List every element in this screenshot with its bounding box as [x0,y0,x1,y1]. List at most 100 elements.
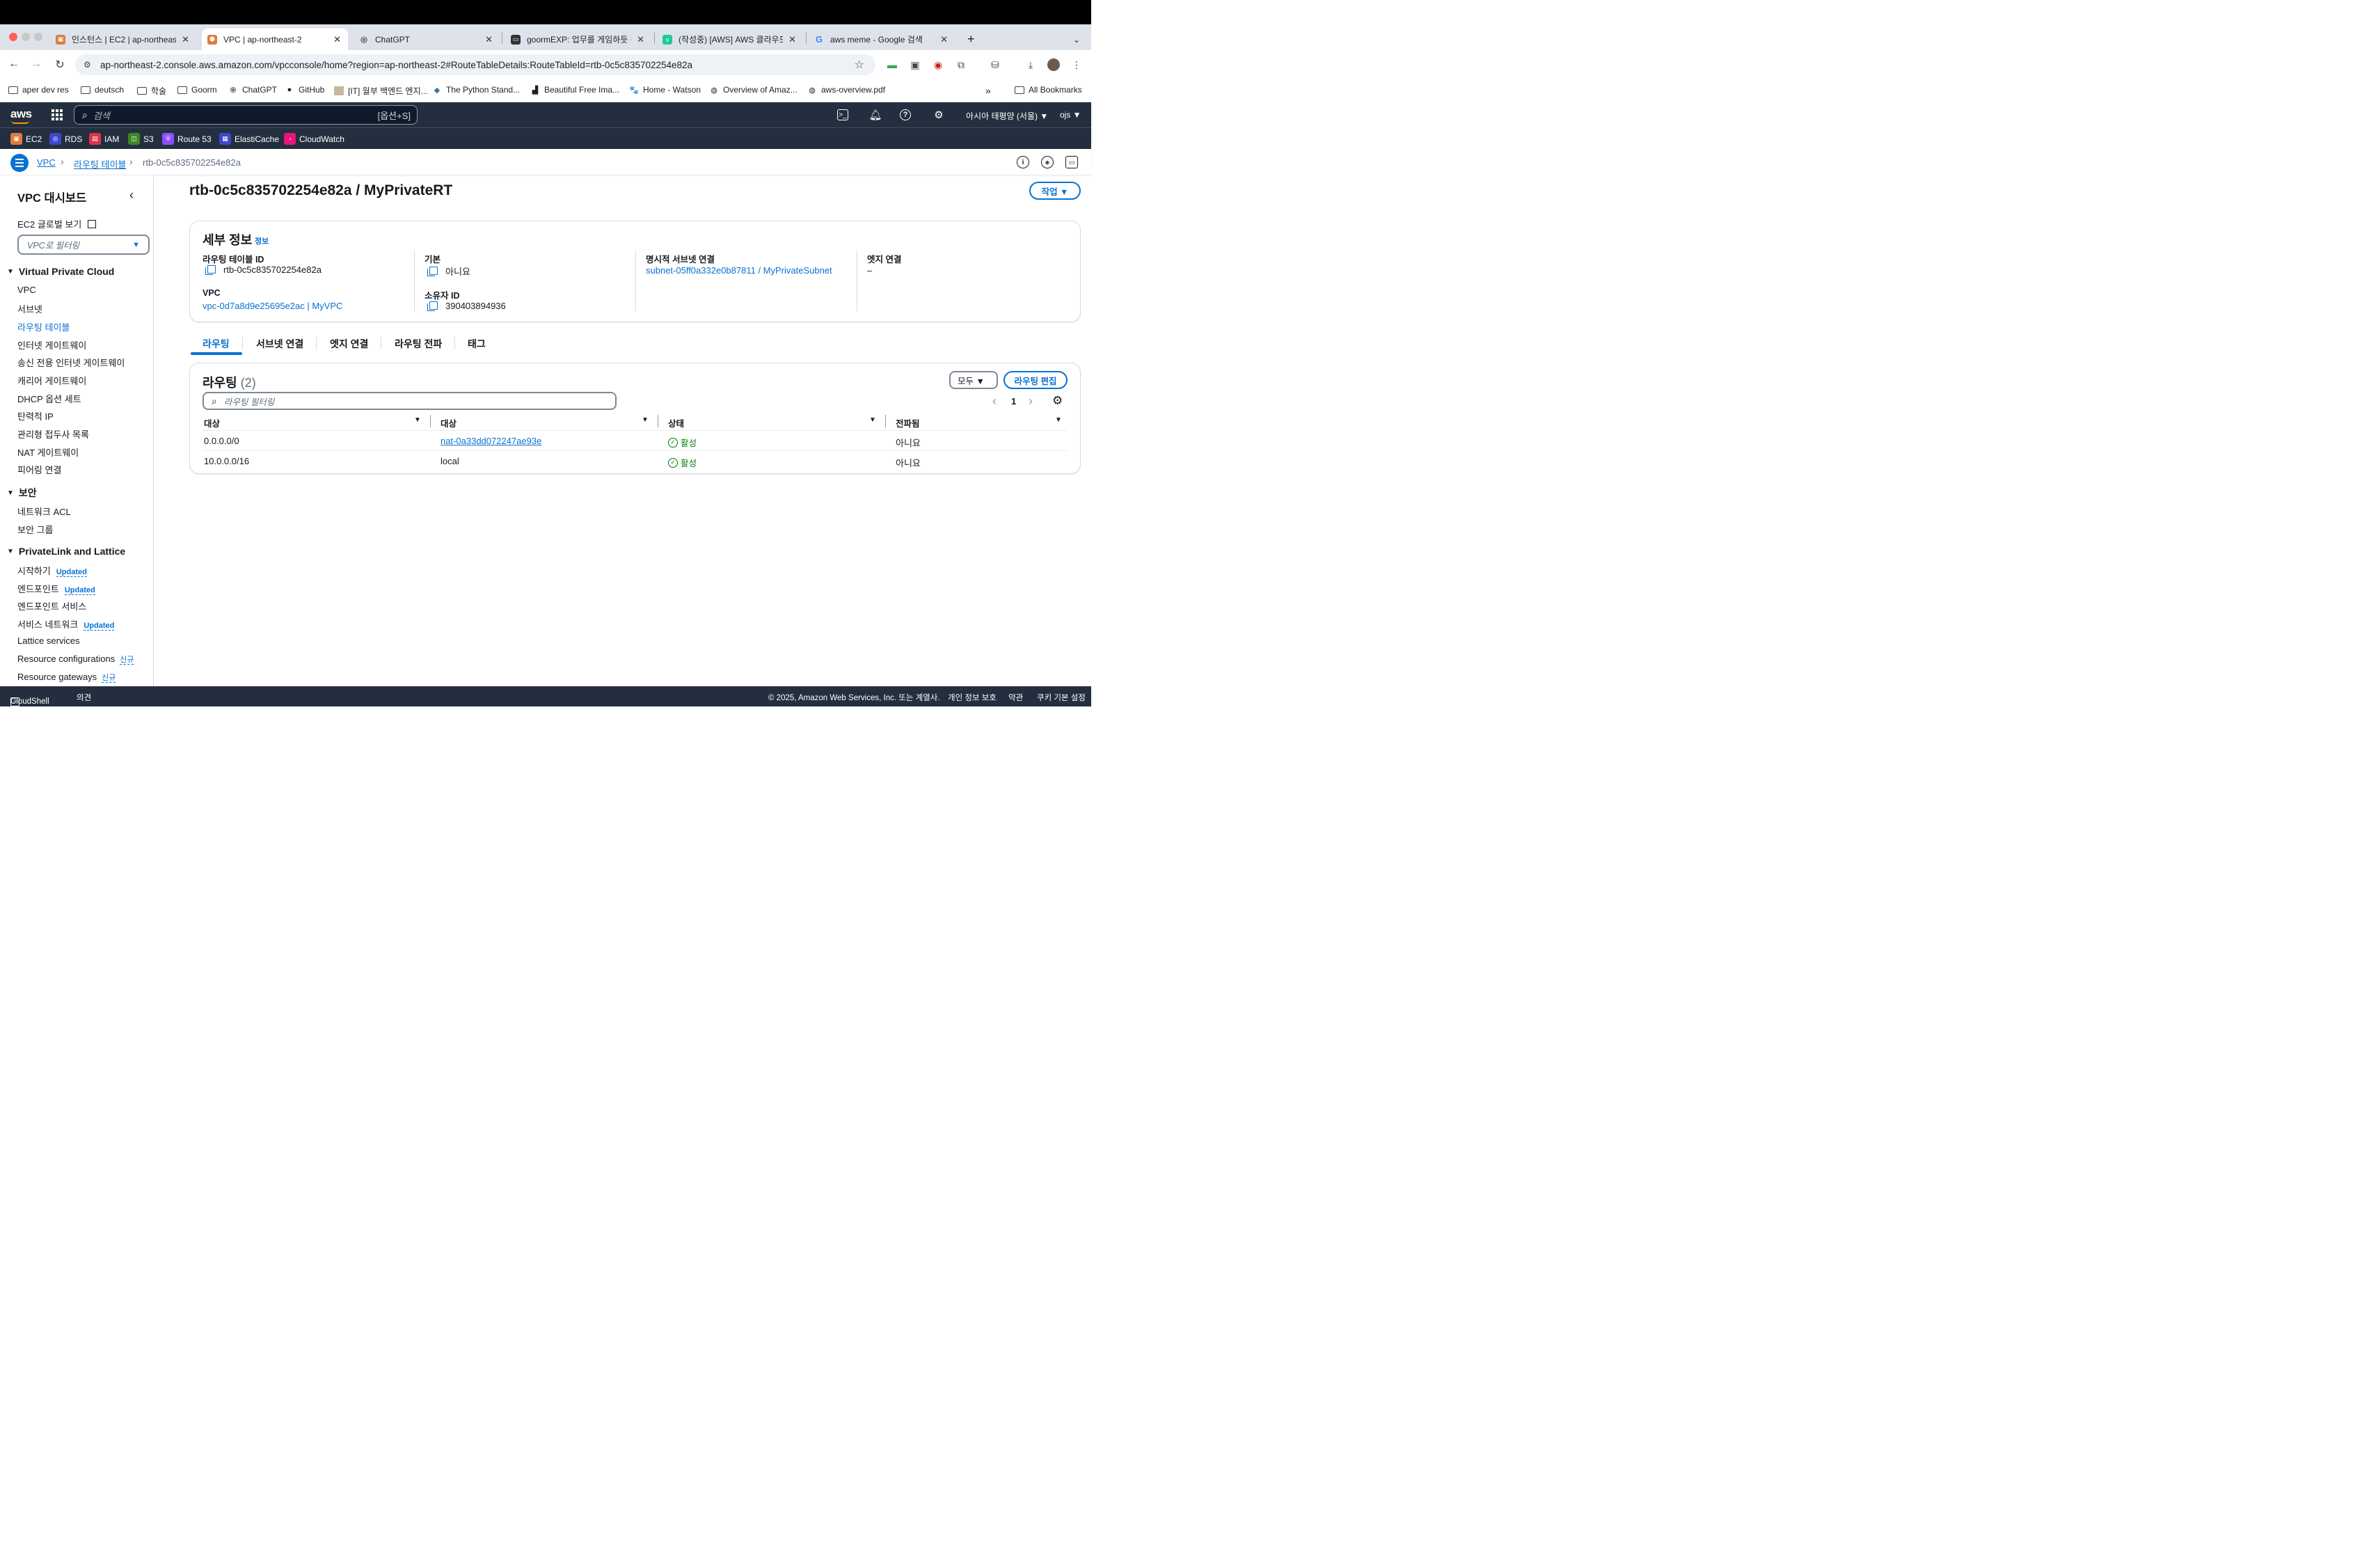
browser-tab-chatgpt[interactable]: ֎ ChatGPT ✕ [354,29,500,50]
bookmark-item[interactable]: ◍ Overview of Amaz... [709,85,798,95]
favorite-service-rds[interactable]: ◎ RDS [49,133,82,145]
more-bookmarks-button[interactable]: » [985,85,991,96]
help-icon[interactable]: ? [900,109,911,120]
column-header-target[interactable]: 대상 [441,416,457,429]
page-number[interactable]: 1 [1011,396,1016,406]
bookmark-item[interactable]: Goorm [177,85,217,95]
browser-tab-goorm[interactable]: ▭ goormEXP: 업무를 게임하듯 관리 ✕ [505,29,651,50]
route-target-link[interactable]: nat-0a33dd072247ae93e [441,436,541,446]
new-tab-button[interactable]: + [962,29,982,50]
browser-tab-velog[interactable]: v (작성중) [AWS] AWS 클라우드 네 ✕ [657,29,803,50]
address-bar[interactable]: ⚙ ap-northeast-2.console.aws.amazon.com/… [75,54,875,75]
actions-button[interactable]: 작업 ▼ [1029,182,1081,200]
breadcrumb-vpc[interactable]: VPC [37,157,56,168]
sidebar-item-peering[interactable]: 피어링 연결 [17,463,61,476]
collapse-sidebar-icon[interactable]: ‹ [129,188,134,203]
sidebar-item-dhcp-option-sets[interactable]: DHCP 옵션 세트 [17,392,81,405]
bookmark-item[interactable]: 학술 [137,85,166,97]
vpc-filter-select[interactable]: VPC로 필터링 ▼ [17,235,150,255]
tab-edge-associations[interactable]: 엣지 연결 [330,337,368,351]
download-icon[interactable]: ⤓ [1024,58,1037,71]
route-filter-input[interactable]: ⌕ 라우팅 필터링 [203,392,617,410]
bookmark-item[interactable]: [IT] 월부 백엔드 엔지... [334,85,428,97]
sort-caret-icon[interactable]: ▼ [869,416,876,424]
help-panel-icon[interactable]: ◈ [1041,156,1054,168]
ec2-global-view-link[interactable]: EC2 글로벌 보기 [17,217,96,230]
tab-tags[interactable]: 태그 [468,337,486,351]
browser-tab-google[interactable]: G aws meme - Google 검색 ✕ [809,29,955,50]
sidebar-item-endpoints[interactable]: 엔드포인트 Updated [17,582,95,595]
bookmark-item[interactable]: ▟ Beautiful Free Ima... [530,85,619,95]
sidebar-item-resource-gateways[interactable]: Resource gateways 신규 [17,672,116,683]
sidebar-item-resource-configurations[interactable]: Resource configurations 신규 [17,654,134,665]
bookmark-item[interactable]: 🐾 Home - Watson [629,85,701,95]
profile-avatar[interactable] [1047,58,1060,71]
sidebar-item-nat-gateways[interactable]: NAT 게이트웨이 [17,445,79,459]
copy-icon[interactable] [427,301,438,311]
site-settings-icon[interactable]: ⚙ [84,60,91,70]
bookmark-item[interactable]: ● GitHub [285,85,325,95]
favorite-service-iam[interactable]: ▤ IAM [89,133,119,145]
favorite-service-elasticache[interactable]: ▦ ElastiCache [219,133,279,145]
column-resizer[interactable] [885,415,886,427]
previous-page-icon[interactable]: ‹ [992,394,997,409]
bookmark-item[interactable]: ◍ aws-overview.pdf [807,85,885,95]
route-filter-select[interactable]: 모두 ▼ [949,371,998,389]
forward-arrow-icon[interactable]: → [29,58,44,70]
extension-2-icon[interactable]: ▣ [909,58,921,71]
breadcrumb-route-tables[interactable]: 라우팅 테이블 [74,157,126,171]
tab-search-icon[interactable]: ⌄ [1068,29,1087,50]
close-tab-icon[interactable]: ✕ [637,34,644,45]
edit-routes-button[interactable]: 라우팅 편집 [1003,371,1068,389]
browser-tab-ec2[interactable]: ▣ 인스턴스 | EC2 | ap-northeast-2 ✕ [50,29,196,50]
sidebar-item-route-tables[interactable]: 라우팅 테이블 [17,320,70,333]
extension-3-icon[interactable]: ◉ [932,58,944,71]
sort-caret-icon[interactable]: ▼ [414,416,421,424]
back-arrow-icon[interactable]: ← [6,58,22,70]
sidebar-item-service-networks[interactable]: 서비스 네트워크 Updated [17,617,115,631]
favorite-service-cloudwatch[interactable]: ◔ CloudWatch [284,133,344,145]
column-header-propagated[interactable]: 전파됨 [896,416,920,429]
favorite-service-s3[interactable]: ◫ S3 [128,133,154,145]
services-menu-icon[interactable] [51,109,63,120]
cloudshell-icon[interactable]: >_ [837,109,848,120]
favorite-service-route53[interactable]: ⛨ Route 53 [162,133,212,145]
aws-logo[interactable]: aws [10,107,32,121]
sidebar-item-subnets[interactable]: 서브넷 [17,302,42,315]
sort-caret-icon[interactable]: ▼ [1055,416,1062,424]
column-resizer[interactable] [430,415,431,427]
next-page-icon[interactable]: › [1029,394,1033,409]
bookmark-item[interactable]: ֎ ChatGPT [228,85,278,95]
close-window-button[interactable] [9,33,17,41]
copy-icon[interactable] [205,264,216,275]
region-selector[interactable]: 아시아 태평양 (서울) ▼ [966,110,1048,122]
reload-icon[interactable]: ↻ [52,58,68,72]
notifications-bell-icon[interactable]: 🔔︎ [868,108,882,122]
bookmark-item[interactable]: ◆ The Python Stand... [432,85,520,95]
tab-route-propagation[interactable]: 라우팅 전파 [395,337,442,351]
extensions-puzzle-icon[interactable]: ⧉ [955,58,967,71]
column-header-destination[interactable]: 대상 [204,416,220,429]
cookie-preferences-link[interactable]: 쿠키 기본 설정 [1037,692,1086,703]
incognito-icon[interactable]: ⛁ [989,58,1001,71]
sidebar-item-prefix-lists[interactable]: 관리형 접두사 목록 [17,427,89,441]
sidebar-item-endpoint-services[interactable]: 엔드포인트 서비스 [17,599,86,613]
subnet-association-link[interactable]: subnet-05ff0a332e0b87811 / MyPrivateSubn… [646,265,832,276]
feedback-link[interactable]: 의견 [77,692,91,703]
close-tab-icon[interactable]: ✕ [333,34,341,45]
sidebar-item-lattice-services[interactable]: Lattice services [17,635,80,646]
info-icon[interactable]: i [1017,156,1029,168]
bookmark-item[interactable]: aper dev res [8,85,69,95]
table-settings-icon[interactable]: ⚙ [1052,394,1063,408]
extension-1-icon[interactable]: ▬ [886,58,898,71]
browser-tab-vpc[interactable]: ⬢ VPC | ap-northeast-2 ✕ [202,29,348,50]
terms-link[interactable]: 약관 [1008,692,1023,703]
aws-search-input[interactable]: ⌕ 검색 [옵션+S] [74,105,418,125]
column-header-status[interactable]: 상태 [668,416,684,429]
bookmark-item[interactable]: deutsch [81,85,124,95]
minimize-window-button[interactable] [22,33,30,41]
section-virtual-private-cloud[interactable]: ▼ Virtual Private Cloud [7,266,114,277]
sidebar-item-vpc[interactable]: VPC [17,285,36,295]
sidebar-item-internet-gateways[interactable]: 인터넷 게이트웨이 [17,338,86,351]
info-link[interactable]: 정보 [255,235,269,246]
